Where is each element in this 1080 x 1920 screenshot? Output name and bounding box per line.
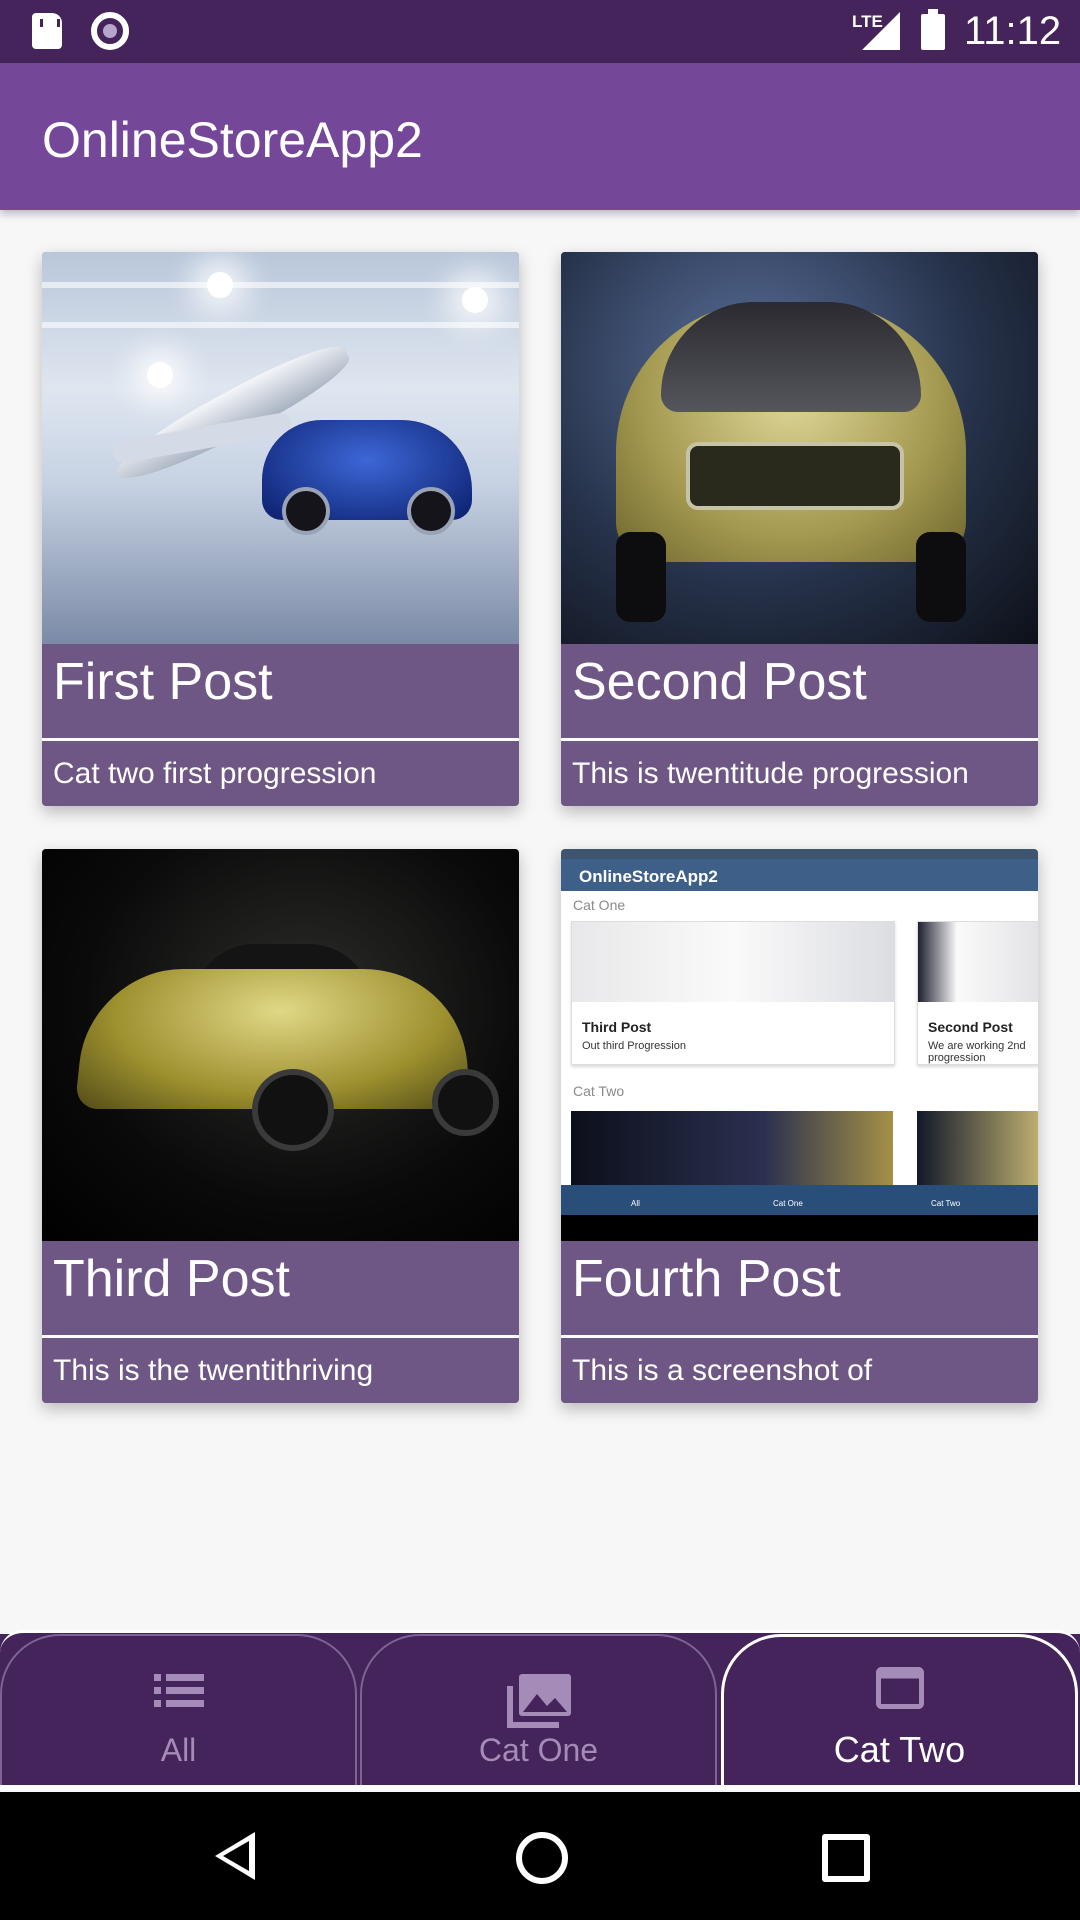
recents-icon[interactable] (822, 1834, 870, 1882)
thumb-card-subtitle: Out third Progression (582, 1040, 686, 1052)
post-title: First Post (53, 653, 273, 711)
card-divider (561, 1335, 1038, 1338)
post-title: Fourth Post (572, 1250, 841, 1308)
thumb-app-title: OnlineStoreApp2 (579, 867, 718, 886)
list-icon (153, 1674, 204, 1713)
tab-all[interactable]: All (0, 1634, 357, 1785)
system-navigation-bar (0, 1792, 1080, 1920)
status-bar: LTE 11:12 (0, 0, 1080, 63)
window-icon (875, 1667, 924, 1714)
photo-library-icon (506, 1674, 571, 1733)
status-clock: 11:12 (964, 9, 1062, 53)
post-image-hangar-car (42, 252, 519, 644)
bottom-navigation: All Cat One Cat Two (0, 1630, 1080, 1790)
post-description: This is twentitude progression (572, 757, 969, 790)
tab-label: All (160, 1732, 197, 1768)
card-divider (42, 738, 519, 741)
thumb-section-cat-one: Cat One (573, 897, 626, 913)
post-image-app-screenshot: OnlineStoreApp2 Cat One Third Post Out t… (561, 849, 1038, 1241)
sd-card-icon (32, 13, 62, 49)
tab-label: Cat Two (833, 1729, 966, 1770)
card-divider (42, 1335, 519, 1338)
post-card-fourth[interactable]: OnlineStoreApp2 Cat One Third Post Out t… (561, 849, 1038, 1403)
post-image-gold-suv (561, 252, 1038, 644)
thumb-card-title: Third Post (582, 1019, 652, 1035)
post-image-yellow-bmw (42, 849, 519, 1241)
app-bar: OnlineStoreApp2 (0, 63, 1080, 210)
thumb-card-third: Third Post Out third Progression (571, 921, 895, 1065)
thumb-card-subtitle: We are working 2nd progression (928, 1040, 1026, 1064)
post-title: Second Post (572, 653, 867, 711)
home-icon[interactable] (516, 1832, 568, 1884)
thumb-nav-cat-one: Cat One (773, 1199, 803, 1208)
tab-label: Cat One (478, 1732, 599, 1768)
network-type-label: LTE (852, 12, 883, 31)
recording-icon (91, 12, 129, 50)
bottom-nav-baseline (0, 1785, 1080, 1790)
post-title: Third Post (53, 1250, 290, 1308)
post-description: This is a screenshot of (572, 1354, 873, 1387)
app-title: OnlineStoreApp2 (42, 112, 423, 168)
post-card-second[interactable]: Second Post This is twentitude progressi… (561, 252, 1038, 806)
thumb-card-second: Second Post We are working 2nd progressi… (917, 921, 1038, 1065)
tab-cat-two[interactable]: Cat Two (721, 1634, 1078, 1785)
thumb-bottom-nav: All Cat One Cat Two (561, 1185, 1038, 1215)
tab-cat-one[interactable]: Cat One (360, 1634, 717, 1785)
thumb-nav-all: All (631, 1199, 640, 1208)
battery-icon (921, 9, 945, 50)
thumb-nav-cat-two: Cat Two (931, 1199, 961, 1208)
thumb-card-title: Second Post (928, 1019, 1013, 1035)
post-description: This is the twentithriving (53, 1354, 374, 1387)
post-card-first[interactable]: First Post Cat two first progression (42, 252, 519, 806)
post-card-third[interactable]: Third Post This is the twentithriving (42, 849, 519, 1403)
thumb-section-cat-two: Cat Two (573, 1083, 625, 1099)
card-divider (561, 738, 1038, 741)
post-description: Cat two first progression (53, 757, 377, 790)
back-icon[interactable] (215, 1832, 255, 1880)
